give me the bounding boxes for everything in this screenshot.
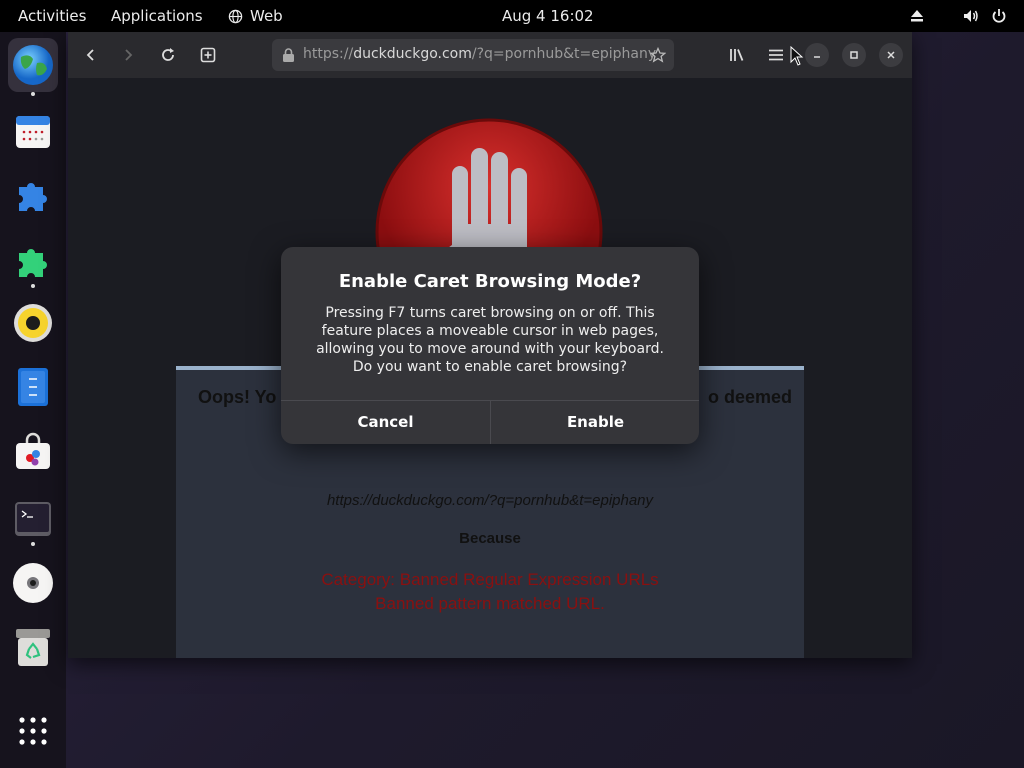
terminal-icon xyxy=(15,502,51,536)
block-reason-category: Category: Banned Regular Expression URLs xyxy=(321,570,659,589)
hamburger-menu-icon xyxy=(769,49,783,61)
top-bar: Activities Applications Web Aug 4 16:02 xyxy=(0,0,1024,32)
app-grid-icon xyxy=(19,717,47,745)
power-icon[interactable] xyxy=(990,7,1008,25)
clock[interactable]: Aug 4 16:02 xyxy=(502,0,594,32)
chevron-right-icon xyxy=(125,49,133,61)
app-menu-web[interactable]: Web xyxy=(228,0,283,32)
dock-app-grid[interactable] xyxy=(8,704,58,758)
trash-icon xyxy=(16,629,50,666)
library-button[interactable] xyxy=(722,41,752,69)
dock-web-browser[interactable] xyxy=(8,38,58,92)
calendar-icon xyxy=(16,116,50,148)
chevron-left-icon xyxy=(86,49,94,61)
reload-button[interactable] xyxy=(153,41,183,69)
close-icon xyxy=(887,51,895,59)
dock-software[interactable] xyxy=(8,424,58,478)
block-reason-detail: Banned pattern matched URL. xyxy=(375,594,605,613)
new-tab-icon xyxy=(200,47,216,63)
back-button[interactable] xyxy=(76,41,106,69)
speaker-icon xyxy=(14,304,52,342)
because-label: Because xyxy=(459,530,521,547)
url-text: https://duckduckgo.com/?q=pornhub&t=epip… xyxy=(303,46,657,62)
volume-icon[interactable] xyxy=(962,7,980,25)
blocked-url: https://duckduckgo.com/?q=pornhub&t=epip… xyxy=(326,492,654,509)
lock-icon xyxy=(283,48,294,62)
dock-extension-manager[interactable] xyxy=(8,234,58,288)
activities-button[interactable]: Activities xyxy=(18,0,86,32)
globe-app-icon xyxy=(13,45,53,85)
minimize-icon xyxy=(814,56,820,58)
dock-extensions[interactable] xyxy=(8,168,58,222)
star-icon[interactable] xyxy=(650,47,666,63)
document-icon xyxy=(18,368,48,406)
dock-disc[interactable] xyxy=(8,556,58,610)
header-bar: https://duckduckgo.com/?q=pornhub&t=epip… xyxy=(68,32,912,78)
mouse-pointer-icon xyxy=(790,46,804,66)
globe-icon xyxy=(228,9,243,23)
dock-trash[interactable] xyxy=(8,620,58,674)
dock-calendar[interactable] xyxy=(8,104,58,158)
maximize-icon xyxy=(850,51,858,59)
main-menu-button[interactable] xyxy=(761,41,791,69)
dock-terminal[interactable] xyxy=(8,492,58,546)
caret-browsing-dialog: Enable Caret Browsing Mode? Pressing F7 … xyxy=(281,247,699,444)
cancel-button[interactable]: Cancel xyxy=(281,401,490,444)
minimize-button[interactable] xyxy=(805,43,829,67)
eject-icon[interactable] xyxy=(908,7,926,25)
oops-heading-right: o deemed xyxy=(708,387,793,407)
applications-menu[interactable]: Applications xyxy=(111,0,203,32)
dock-text-editor[interactable] xyxy=(8,360,58,414)
running-indicator xyxy=(31,542,35,546)
running-indicator xyxy=(31,284,35,288)
dialog-title: Enable Caret Browsing Mode? xyxy=(338,271,642,292)
new-tab-button[interactable] xyxy=(193,41,223,69)
reload-icon xyxy=(162,48,174,61)
enable-button[interactable]: Enable xyxy=(491,401,699,444)
running-indicator xyxy=(31,92,35,96)
dock xyxy=(0,32,66,768)
library-icon xyxy=(730,49,744,61)
dock-rhythmbox[interactable] xyxy=(8,296,58,350)
oops-heading-left: Oops! Yo xyxy=(198,387,277,407)
optical-disc-icon xyxy=(13,563,53,603)
address-bar[interactable]: https://duckduckgo.com/?q=pornhub&t=epip… xyxy=(272,39,674,71)
puzzle-green-icon xyxy=(19,249,47,277)
app-menu-label: Web xyxy=(250,7,283,25)
close-button[interactable] xyxy=(879,43,903,67)
forward-button[interactable] xyxy=(113,41,143,69)
maximize-button[interactable] xyxy=(842,43,866,67)
puzzle-blue-icon xyxy=(19,183,47,211)
shopping-bag-icon xyxy=(16,432,50,469)
dialog-body: Pressing F7 turns caret browsing on or o… xyxy=(316,305,664,375)
